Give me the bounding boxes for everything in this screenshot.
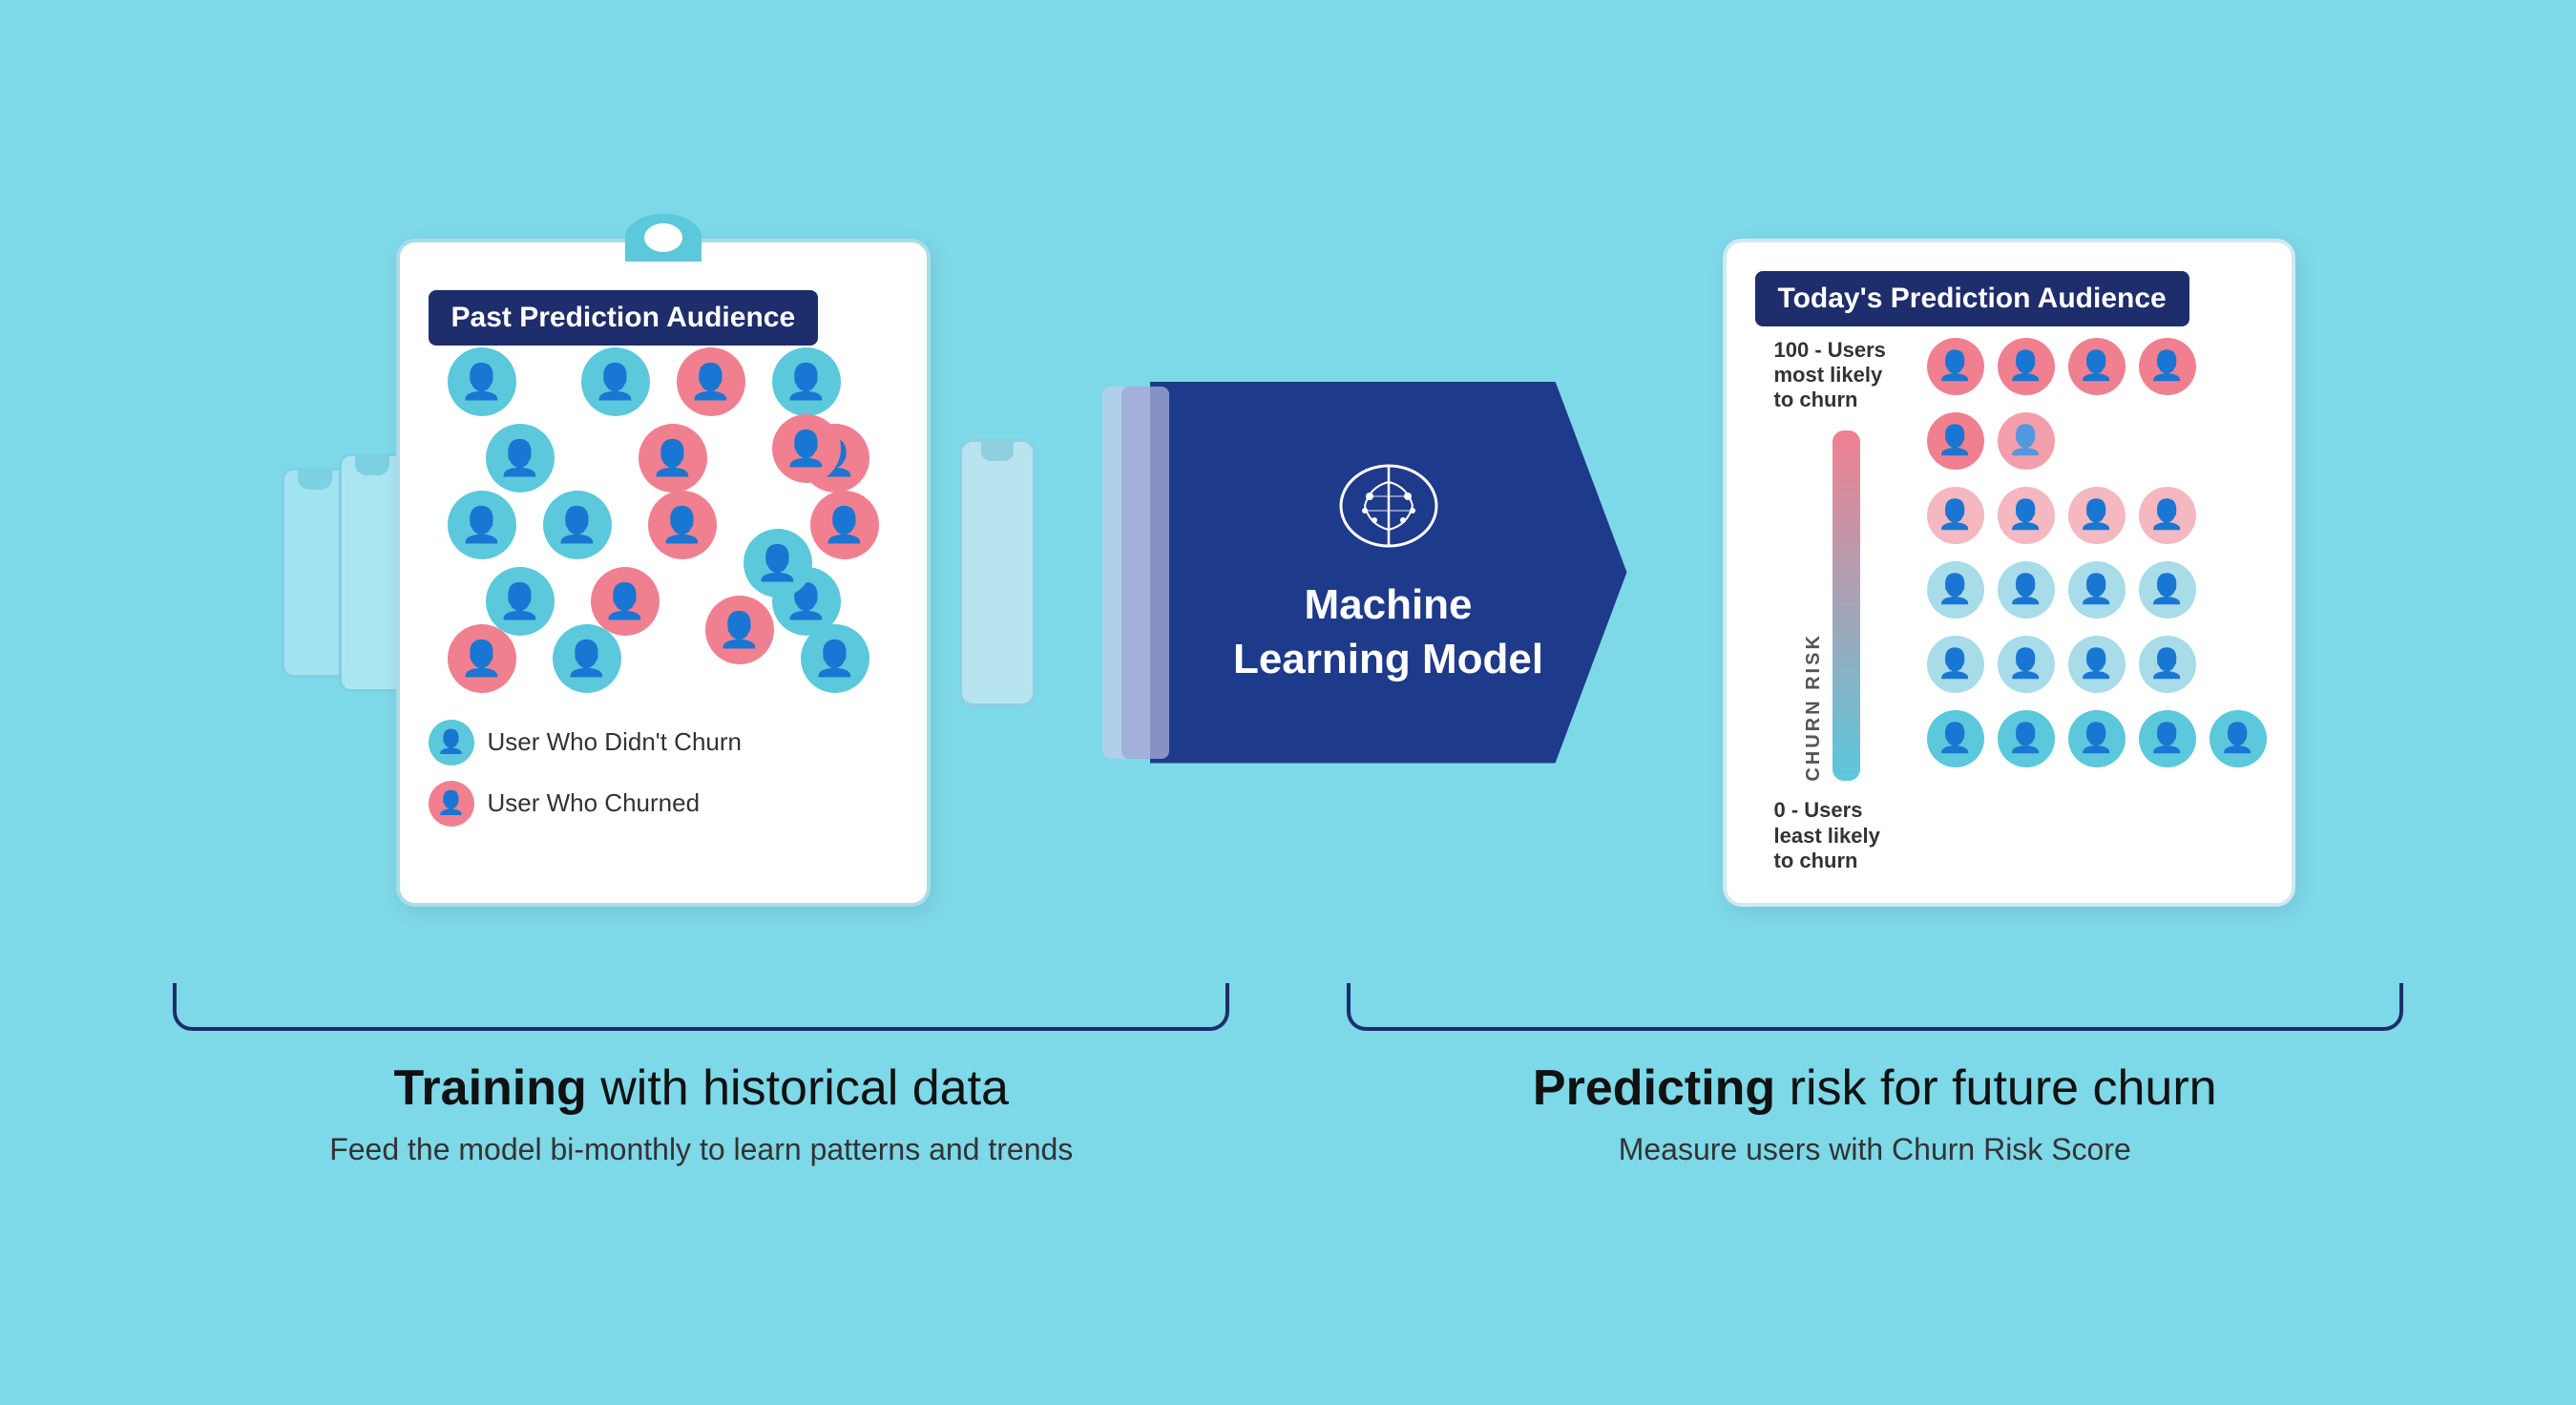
right-section-subtitle: Measure users with Churn Risk Score	[1619, 1132, 2131, 1167]
right-bracket-line	[1347, 983, 2403, 1031]
middle-clipboard	[959, 439, 1036, 706]
user-pink-2: 👤	[639, 424, 707, 493]
brain-icon	[1331, 458, 1446, 558]
ru-4-4: 👤	[2139, 561, 2196, 619]
ru-3-4: 👤	[2139, 487, 2196, 544]
ru-6-4: 👤	[2139, 710, 2196, 767]
user-pink-8: 👤	[772, 414, 841, 483]
user-teal-7: 👤	[486, 567, 555, 636]
ml-label-line2: Learning Model	[1233, 632, 1543, 686]
user-pink-1: 👤	[677, 347, 745, 416]
legend-label-teal: User Who Didn't Churn	[488, 727, 743, 757]
training-rest: with historical data	[587, 1060, 1009, 1116]
bracket-right: Predicting risk for future churn Measure…	[1288, 983, 2462, 1167]
ru-4-2: 👤	[1998, 561, 2055, 619]
user-teal-1: 👤	[448, 347, 516, 416]
page-container: Past Prediction Audience 👤 👤 👤 👤 👤 👤 👤 👤…	[0, 0, 2576, 1405]
user-teal-9: 👤	[553, 624, 621, 693]
user-teal-3: 👤	[772, 347, 841, 416]
ru-5-1: 👤	[1927, 636, 1984, 693]
user-row-3: 👤 👤 👤 👤	[1927, 487, 2267, 544]
ml-section: Machine Learning Model	[1102, 382, 1627, 764]
user-row-6: 👤 👤 👤 👤 👤	[1927, 710, 2267, 767]
user-row-2: 👤 👤	[1927, 412, 2267, 470]
ru-4-3: 👤	[2068, 561, 2126, 619]
user-teal-11: 👤	[743, 529, 812, 598]
right-users: 👤 👤 👤 👤 👤 👤 👤 👤 👤	[1927, 338, 2267, 874]
bottom-section: Training with historical data Feed the m…	[115, 983, 2461, 1167]
legend: 👤 User Who Didn't Churn 👤 User Who Churn…	[429, 720, 743, 827]
user-teal-4: 👤	[486, 424, 555, 493]
legend-label-pink: User Who Churned	[488, 788, 701, 818]
predicting-rest: risk for future churn	[1775, 1060, 2216, 1116]
ru-1-3: 👤	[2068, 338, 2126, 395]
ru-4-1: 👤	[1927, 561, 1984, 619]
scale-text: CHURN RISK	[1803, 430, 1825, 782]
users-scatter: 👤 👤 👤 👤 👤 👤 👤 👤 👤 👤 👤 👤 👤 👤 👤 👤	[429, 338, 898, 701]
user-pink-9: 👤	[705, 596, 774, 664]
ru-5-3: 👤	[2068, 636, 2126, 693]
user-teal-5: 👤	[448, 491, 516, 559]
ml-arrow: Machine Learning Model	[1150, 382, 1627, 764]
user-row-5: 👤 👤 👤 👤	[1927, 636, 2267, 693]
user-teal-6: 👤	[543, 491, 612, 559]
predicting-bold: Predicting	[1533, 1060, 1775, 1116]
past-clipboard: Past Prediction Audience 👤 👤 👤 👤 👤 👤 👤 👤…	[396, 239, 931, 907]
user-row-4: 👤 👤 👤 👤	[1927, 561, 2267, 619]
ru-2-1: 👤	[1927, 412, 1984, 470]
ru-5-4: 👤	[2139, 636, 2196, 693]
right-section-title: Predicting risk for future churn	[1533, 1059, 2217, 1117]
ru-3-1: 👤	[1927, 487, 1984, 544]
user-teal-10: 👤	[801, 624, 869, 693]
legend-churned: 👤 User Who Churned	[429, 781, 743, 827]
ru-1-4: 👤	[2139, 338, 2196, 395]
ru-3-2: 👤	[1998, 487, 2055, 544]
user-row-1: 👤 👤 👤 👤	[1927, 338, 2267, 395]
ru-6-2: 👤	[1998, 710, 2055, 767]
right-content: 100 - Users most likely to churn CHURN R…	[1755, 338, 2263, 874]
legend-didnt-churn: 👤 User Who Didn't Churn	[429, 720, 743, 765]
left-bracket-line	[173, 983, 1229, 1031]
scale-bottom-label: 0 - Users least likely to churn	[1774, 798, 1889, 873]
legend-icon-pink: 👤	[429, 781, 474, 827]
ru-1-2: 👤	[1998, 338, 2055, 395]
user-pink-5: 👤	[810, 491, 879, 559]
user-teal-2: 👤	[581, 347, 650, 416]
top-section: Past Prediction Audience 👤 👤 👤 👤 👤 👤 👤 👤…	[115, 239, 2461, 907]
legend-icon-teal: 👤	[429, 720, 474, 765]
clipboard-clip	[625, 214, 702, 262]
right-clipboard: Today's Prediction Audience 100 - Users …	[1723, 239, 2295, 907]
left-section-title: Training with historical data	[394, 1059, 1009, 1117]
ru-6-3: 👤	[2068, 710, 2126, 767]
scale-top-label: 100 - Users most likely to churn	[1774, 338, 1889, 413]
user-pink-6: 👤	[591, 567, 660, 636]
left-section-subtitle: Feed the model bi-monthly to learn patte…	[329, 1132, 1073, 1167]
left-clipboard-group: Past Prediction Audience 👤 👤 👤 👤 👤 👤 👤 👤…	[282, 239, 931, 907]
ru-5-2: 👤	[1998, 636, 2055, 693]
ru-1-1: 👤	[1927, 338, 1984, 395]
scale-bar	[1833, 430, 1860, 782]
bracket-left: Training with historical data Feed the m…	[115, 983, 1288, 1167]
ru-3-3: 👤	[2068, 487, 2126, 544]
user-pink-4: 👤	[648, 491, 717, 559]
user-pink-7: 👤	[448, 624, 516, 693]
today-prediction-badge: Today's Prediction Audience	[1755, 271, 2189, 326]
ru-6-1: 👤	[1927, 710, 1984, 767]
ru-6-5: 👤	[2209, 710, 2267, 767]
ml-label-line1: Machine	[1304, 577, 1472, 632]
ru-2-2: 👤	[1998, 412, 2055, 470]
training-bold: Training	[394, 1060, 587, 1116]
churn-scale: 100 - Users most likely to churn CHURN R…	[1755, 338, 1908, 874]
